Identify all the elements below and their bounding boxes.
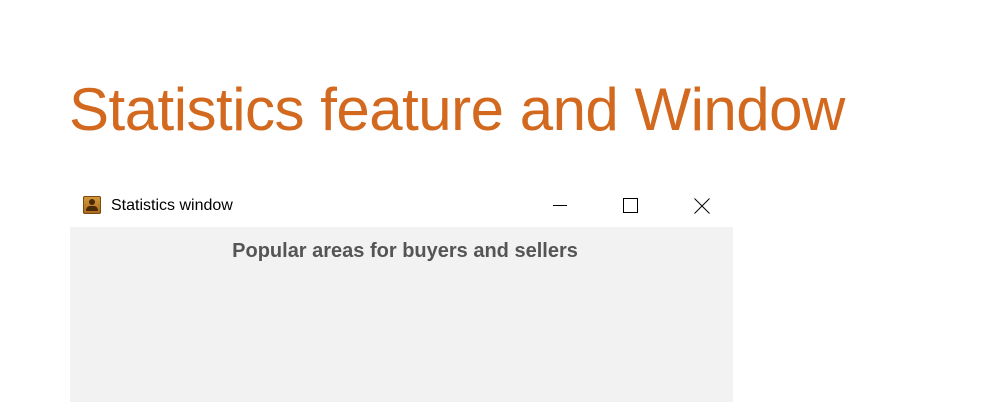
statistics-window: Statistics window Popular areas for buye… [70, 185, 733, 402]
close-button[interactable] [678, 185, 724, 227]
slide-title: Statistics feature and Window [69, 76, 845, 143]
window-title: Statistics window [111, 197, 233, 214]
window-content: Popular areas for buyers and sellers [70, 227, 733, 402]
minimize-icon [553, 205, 567, 206]
maximize-icon [623, 198, 638, 213]
minimize-button[interactable] [537, 185, 583, 227]
maximize-button[interactable] [607, 185, 653, 227]
statistics-heading: Popular areas for buyers and sellers [232, 240, 578, 262]
close-icon [694, 198, 710, 214]
window-titlebar[interactable]: Statistics window [70, 185, 733, 227]
contacts-book-icon [83, 196, 101, 214]
